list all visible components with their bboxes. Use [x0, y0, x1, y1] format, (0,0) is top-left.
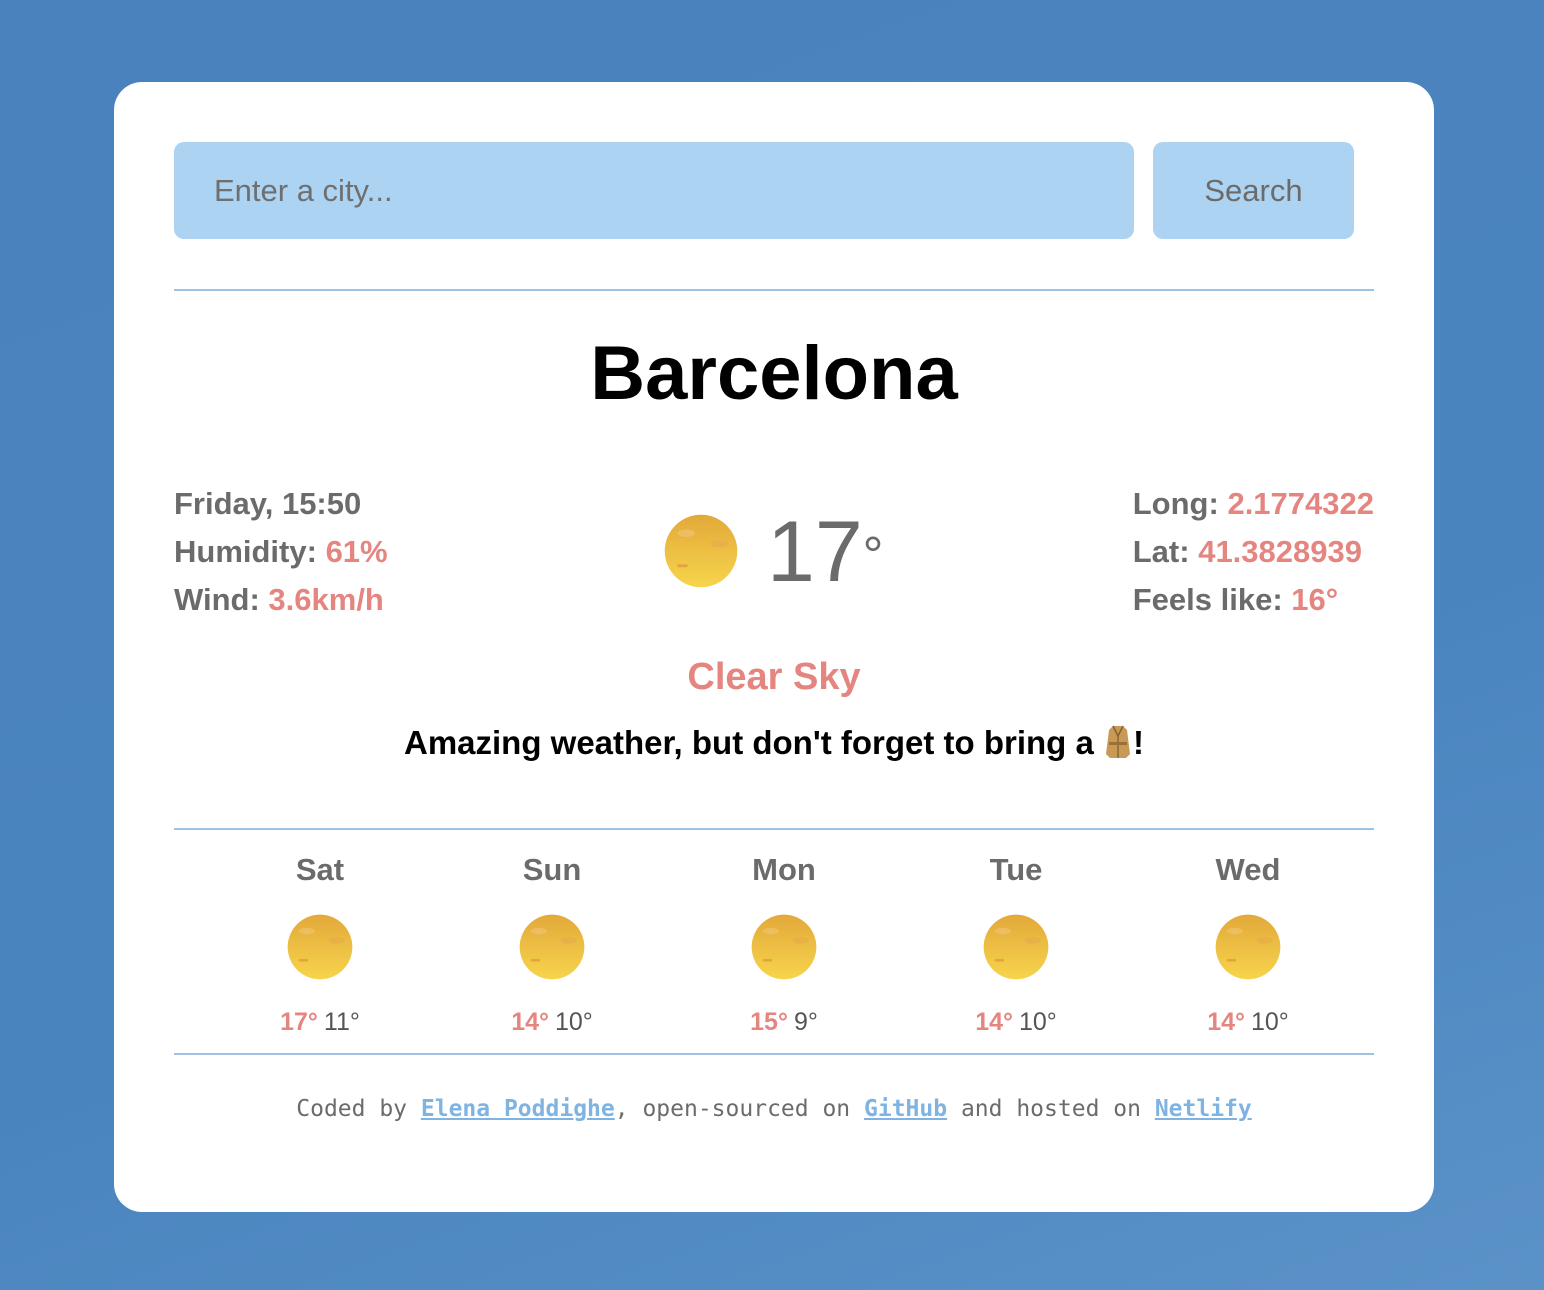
humidity-label: Humidity: — [174, 534, 317, 569]
forecast-max-temp: 17° — [280, 1008, 318, 1036]
forecast-temps: 15° 9° — [684, 1008, 884, 1037]
forecast-temps: 14° 10° — [916, 1008, 1116, 1037]
forecast-min-temp: 11° — [323, 1008, 360, 1036]
forecast-min-temp: 10° — [1251, 1008, 1289, 1036]
wind-label: Wind: — [174, 582, 260, 617]
footer-text-1: Coded by — [296, 1096, 421, 1122]
forecast: Sat 17° 11° Sun 14° 10° Mon 15° 9° Tue 14° 10° Wed 14… — [174, 842, 1374, 1042]
footer-text-2: , open-sourced on — [614, 1096, 864, 1122]
forecast-day: Mon 15° 9° — [684, 842, 884, 1037]
forecast-min-temp: 10° — [1019, 1008, 1057, 1036]
author-link[interactable]: Elena Poddighe — [421, 1096, 615, 1122]
longitude-value: 2.1774322 — [1227, 486, 1374, 521]
city-name: Barcelona — [590, 331, 958, 416]
divider-forecast-top — [174, 828, 1374, 830]
forecast-temps: 14° 10° — [1148, 1008, 1348, 1037]
latitude-value: 41.3828939 — [1198, 534, 1362, 569]
coat-icon — [1106, 725, 1130, 758]
city-search-input[interactable] — [174, 142, 1134, 239]
sun-icon — [519, 914, 585, 980]
humidity-row: Humidity: 61% — [174, 528, 388, 576]
degree-symbol: ° — [862, 527, 884, 585]
longitude-label: Long: — [1132, 486, 1219, 521]
forecast-temps: 14° 10° — [452, 1008, 652, 1037]
sun-icon — [751, 914, 817, 980]
sun-icon — [287, 914, 353, 980]
weather-card: Search Barcelona Friday, 15:50 Humidity:… — [114, 82, 1434, 1212]
left-details: Friday, 15:50 Humidity: 61% Wind: 3.6km/… — [174, 480, 388, 624]
divider-top — [174, 289, 1374, 291]
footer: Coded by Elena Poddighe, open-sourced on… — [114, 1096, 1434, 1122]
current-weather: 17° — [664, 502, 904, 612]
forecast-day-name: Sun — [522, 852, 582, 887]
current-temperature: 17° — [767, 502, 883, 602]
footer-text-3: and hosted on — [947, 1096, 1155, 1122]
forecast-min-temp: 10° — [555, 1008, 593, 1036]
weather-message: Amazing weather, but don't forget to bri… — [114, 724, 1434, 762]
forecast-day-name: Wed — [1215, 852, 1281, 887]
forecast-day: Wed 14° 10° — [1148, 842, 1348, 1037]
forecast-day: Tue 14° 10° — [916, 842, 1116, 1037]
forecast-day-name: Mon — [752, 852, 816, 887]
latitude-label: Lat: — [1132, 534, 1190, 569]
sun-icon — [983, 914, 1049, 980]
github-link[interactable]: GitHub — [864, 1096, 947, 1122]
message-end: ! — [1133, 724, 1144, 761]
weather-description: Clear Sky — [687, 656, 861, 698]
wind-row: Wind: 3.6km/h — [174, 576, 388, 624]
search-form: Search — [174, 142, 1354, 239]
sun-icon — [664, 514, 738, 588]
longitude-row: Long: 2.1774322 — [1133, 480, 1374, 528]
forecast-day-name: Tue — [989, 852, 1043, 887]
humidity-value: 61% — [325, 534, 388, 569]
right-details: Long: 2.1774322 Lat: 41.3828939 Feels li… — [1133, 480, 1374, 624]
forecast-min-temp: 9° — [793, 1008, 818, 1036]
temperature-value: 17 — [767, 504, 863, 600]
datetime: Friday, 15:50 — [174, 486, 362, 521]
forecast-temps: 17° 11° — [220, 1008, 420, 1037]
netlify-link[interactable]: Netlify — [1155, 1096, 1252, 1122]
wind-value: 3.6km/h — [268, 582, 384, 617]
forecast-max-temp: 14° — [511, 1008, 549, 1036]
sun-icon — [1215, 914, 1281, 980]
forecast-max-temp: 14° — [1207, 1008, 1245, 1036]
forecast-day-name: Sat — [295, 852, 345, 887]
forecast-day: Sat 17° 11° — [220, 842, 420, 1037]
divider-forecast-bottom — [174, 1053, 1374, 1055]
search-button[interactable]: Search — [1153, 142, 1354, 239]
message-text: Amazing weather, but don't forget to bri… — [403, 724, 1094, 761]
forecast-max-temp: 15° — [750, 1008, 788, 1036]
forecast-day: Sun 14° 10° — [452, 842, 652, 1037]
feels-like-row: Feels like: 16° — [1133, 576, 1374, 624]
forecast-max-temp: 14° — [975, 1008, 1013, 1036]
feels-like-label: Feels like: — [1132, 582, 1283, 617]
feels-like-value: 16° — [1291, 582, 1339, 617]
latitude-row: Lat: 41.3828939 — [1133, 528, 1374, 576]
